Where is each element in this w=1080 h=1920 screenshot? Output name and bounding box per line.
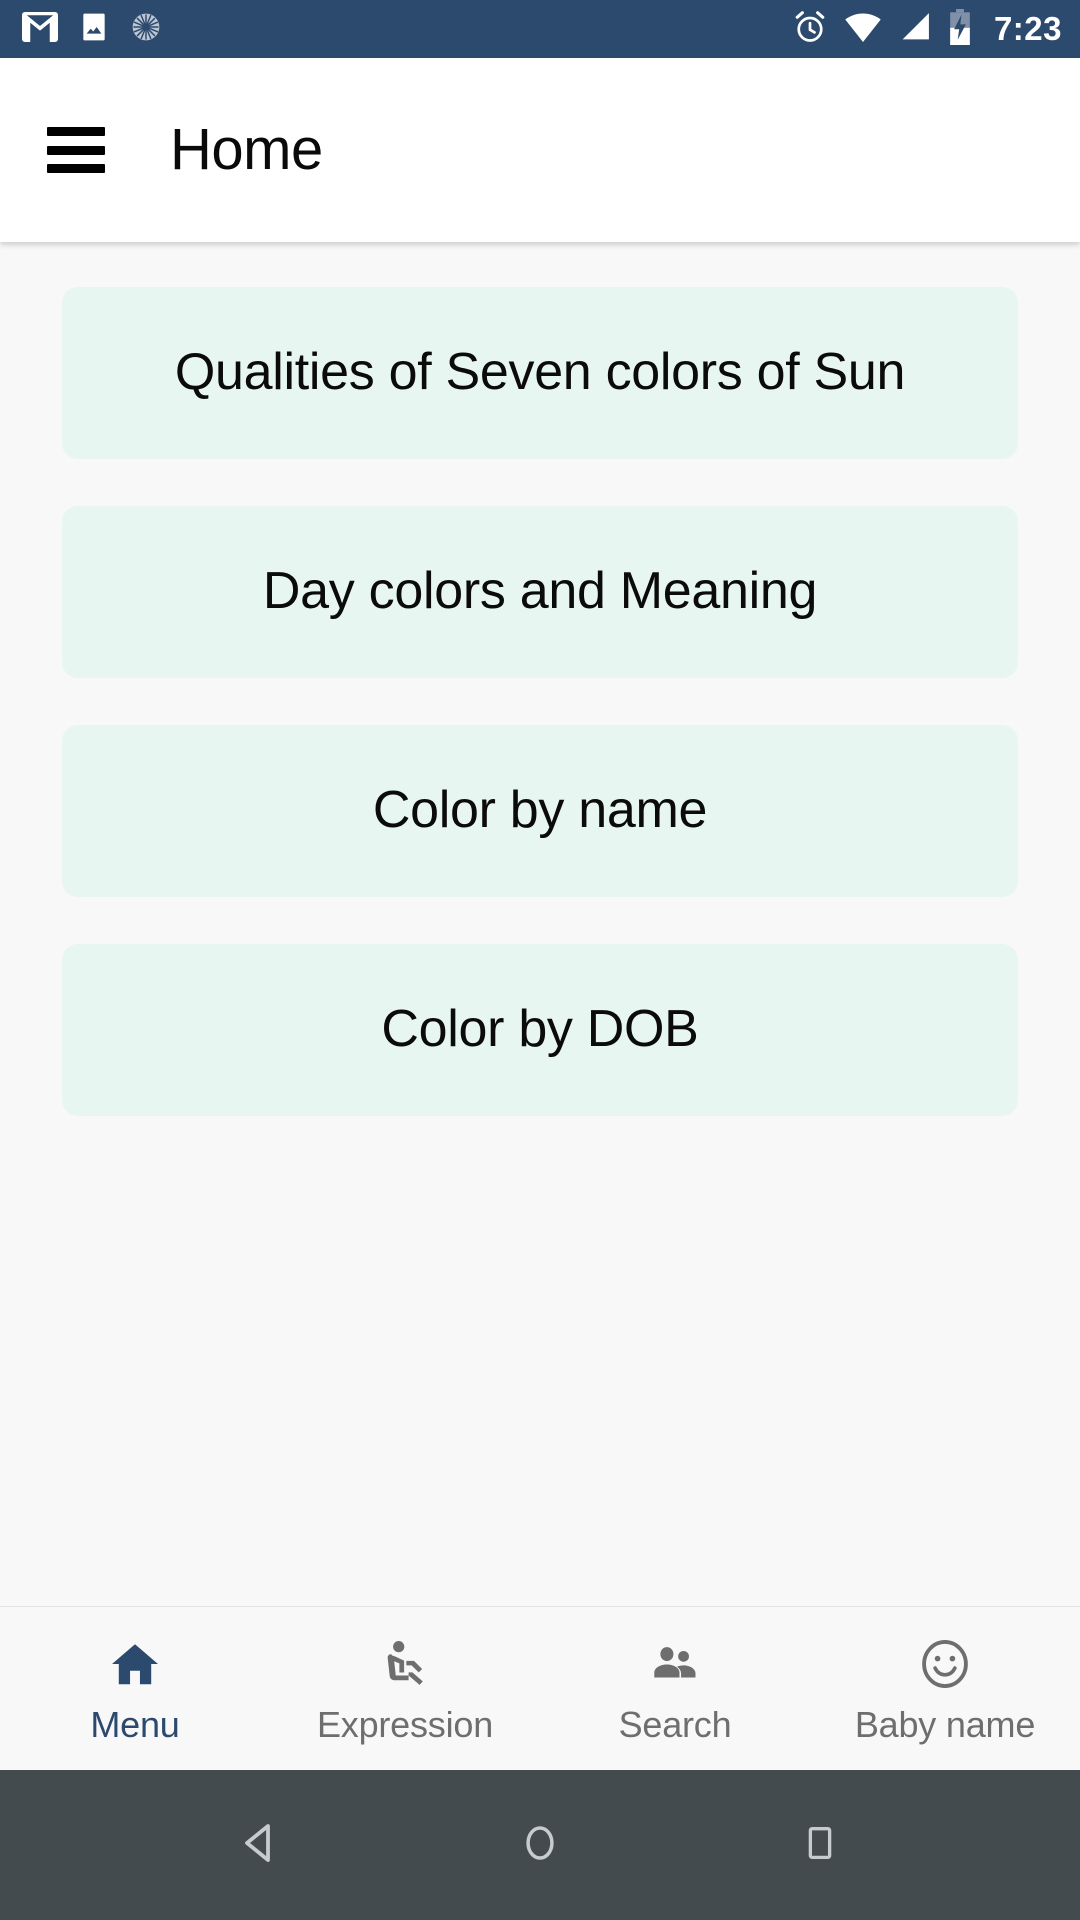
nav-item-menu[interactable]: Menu [0, 1607, 270, 1770]
nav-item-search[interactable]: Search [540, 1607, 810, 1770]
back-button[interactable] [220, 1805, 300, 1885]
status-bar-system-icons: 7:23 [792, 8, 1062, 50]
nav-item-baby-name[interactable]: Baby name [810, 1607, 1080, 1770]
bottom-navigation-bar: Menu Expression Search Baby name [0, 1606, 1080, 1770]
triangle-left-icon [236, 1819, 284, 1872]
menu-card-qualities-of-seven-colors-of-sun[interactable]: Qualities of Seven colors of Sun [62, 287, 1018, 459]
nav-item-label: Baby name [854, 1703, 1036, 1745]
photo-icon [78, 11, 110, 48]
menu-card-label: Qualities of Seven colors of Sun [174, 343, 906, 402]
menu-card-label: Color by name [372, 781, 708, 840]
nav-item-label: Search [618, 1703, 732, 1745]
smiley-face-icon [918, 1635, 972, 1693]
wifi-icon [844, 11, 882, 48]
nav-item-label: Expression [316, 1703, 494, 1745]
nav-item-label: Menu [90, 1703, 180, 1745]
sync-spinner-icon [130, 11, 162, 48]
people-icon [648, 1635, 702, 1693]
status-bar-notification-icons [22, 11, 162, 48]
square-icon [799, 1822, 841, 1869]
page-title: Home [170, 117, 323, 182]
cellular-signal-icon [898, 11, 932, 48]
hamburger-icon[interactable] [47, 127, 105, 173]
hamburger-bar [47, 145, 105, 155]
alarm-icon [792, 9, 828, 50]
app-bar: Home [0, 58, 1080, 242]
recents-button[interactable] [780, 1805, 860, 1885]
battery-charging-icon [948, 8, 972, 50]
home-button[interactable] [500, 1805, 580, 1885]
hamburger-bar [47, 164, 105, 173]
home-icon [108, 1635, 162, 1693]
android-system-navigation-bar [0, 1770, 1080, 1920]
menu-card-color-by-dob[interactable]: Color by DOB [62, 944, 1018, 1116]
circle-icon [518, 1821, 562, 1870]
menu-card-label: Color by DOB [381, 1000, 699, 1059]
phone-screen: 7:23 Home Qualities of Seven colors of S… [0, 0, 1080, 1920]
menu-card-color-by-name[interactable]: Color by name [62, 725, 1018, 897]
status-bar: 7:23 [0, 0, 1080, 58]
status-bar-clock: 7:23 [993, 10, 1062, 47]
airline-seat-recline-icon [378, 1635, 432, 1693]
menu-card-label: Day colors and Meaning [262, 562, 818, 621]
hamburger-bar [47, 127, 105, 136]
gmail-icon [22, 11, 58, 47]
nav-item-expression[interactable]: Expression [270, 1607, 540, 1770]
main-content: Qualities of Seven colors of Sun Day col… [0, 242, 1080, 1606]
menu-card-day-colors-and-meaning[interactable]: Day colors and Meaning [62, 506, 1018, 678]
